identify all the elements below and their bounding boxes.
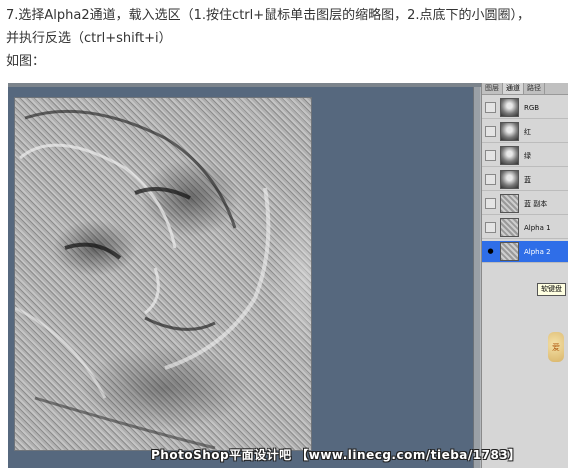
channel-name: 绿 — [524, 151, 531, 160]
eye-icon[interactable]: ● — [485, 246, 496, 257]
instructions-text: 7.选择Alpha2通道，载入选区（1.按住ctrl+鼠标单击图层的缩略图，2.… — [6, 4, 568, 73]
channel-thumbnail[interactable] — [500, 218, 519, 237]
channel-name: 蓝 副本 — [524, 199, 548, 208]
eye-icon[interactable] — [485, 126, 496, 137]
channel-row-blue-copy[interactable]: 蓝 副本 — [482, 193, 568, 215]
channel-thumbnail[interactable] — [500, 122, 519, 141]
channels-panel: 图层 通道 路径 RGB 红 绿 蓝 蓝 副本 Alpha 1 ● Alpha … — [481, 83, 568, 468]
vertical-scrollbar[interactable] — [473, 87, 480, 468]
tab-paths[interactable]: 路径 — [524, 83, 545, 94]
document-canvas[interactable] — [8, 87, 473, 468]
photoshop-screenshot: 图层 通道 路径 RGB 红 绿 蓝 蓝 副本 Alpha 1 ● Alpha … — [8, 83, 568, 468]
panel-tabs: 图层 通道 路径 — [482, 83, 568, 95]
channel-thumbnail[interactable] — [500, 146, 519, 165]
eye-icon[interactable] — [485, 102, 496, 113]
channel-name: Alpha 2 — [524, 247, 551, 256]
photo-contours — [15, 109, 271, 450]
tab-layers[interactable]: 图层 — [482, 83, 503, 94]
instruction-line-3: 如图： — [6, 54, 46, 69]
badge-text: 爱 — [552, 343, 560, 352]
soft-keyboard-tooltip: 软键盘 — [537, 283, 566, 296]
channel-name: 蓝 — [524, 175, 531, 184]
eye-icon[interactable] — [485, 222, 496, 233]
watermark-text: PhotoShop平面设计吧 【www.linecg.com/tieba/178… — [151, 448, 521, 462]
eye-icon[interactable] — [485, 174, 496, 185]
channel-row-alpha-2[interactable]: ● Alpha 2 — [482, 241, 568, 263]
corner-badge[interactable]: 爱 — [548, 332, 564, 362]
channel-row-rgb[interactable]: RGB — [482, 97, 568, 119]
channel-row-green[interactable]: 绿 — [482, 145, 568, 167]
channel-thumbnail[interactable] — [500, 98, 519, 117]
instruction-line-2: 并执行反选（ctrl+shift+i） — [6, 31, 172, 46]
channel-name: 红 — [524, 127, 531, 136]
eye-icon[interactable] — [485, 150, 496, 161]
channel-thumbnail[interactable] — [500, 242, 519, 261]
channel-row-red[interactable]: 红 — [482, 121, 568, 143]
instruction-line-1: 7.选择Alpha2通道，载入选区（1.按住ctrl+鼠标单击图层的缩略图，2.… — [6, 8, 531, 23]
eye-icon[interactable] — [485, 198, 496, 209]
channel-name: Alpha 1 — [524, 223, 551, 232]
face-photo-selection[interactable] — [14, 97, 312, 451]
channel-row-blue[interactable]: 蓝 — [482, 169, 568, 191]
tab-channels[interactable]: 通道 — [503, 83, 524, 94]
channel-thumbnail[interactable] — [500, 170, 519, 189]
channel-name: RGB — [524, 103, 540, 112]
channel-thumbnail[interactable] — [500, 194, 519, 213]
channel-row-alpha-1[interactable]: Alpha 1 — [482, 217, 568, 239]
